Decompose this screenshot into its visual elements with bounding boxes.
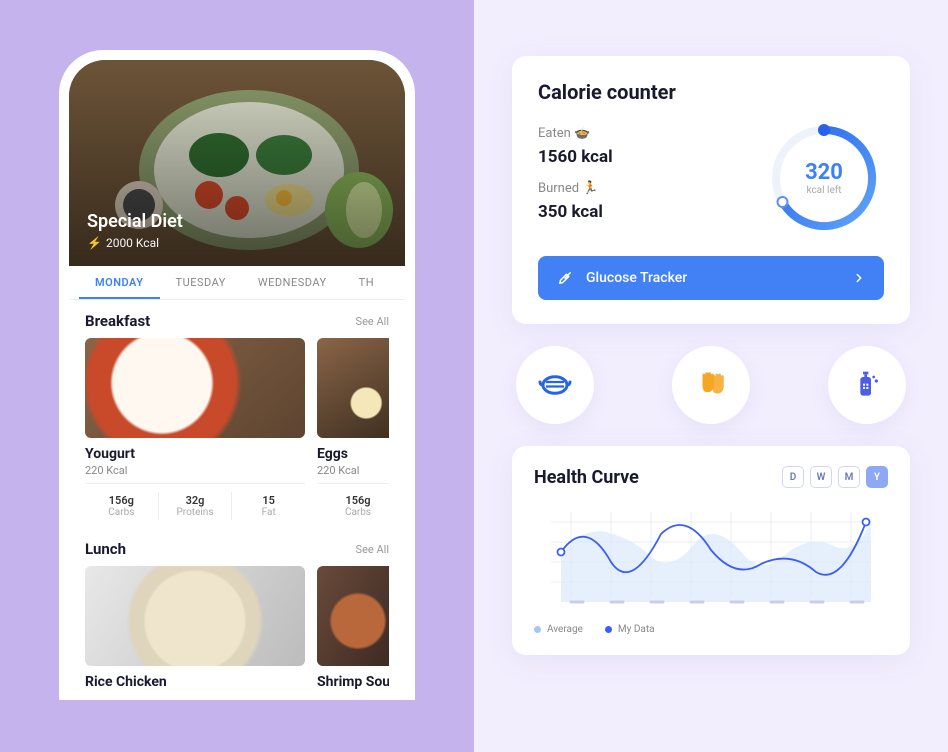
- left-panel: Special Diet ⚡ 2000 Kcal MONDAY TUESDAY …: [0, 0, 474, 752]
- meal-name: Eggs: [317, 446, 389, 462]
- timeframe-day[interactable]: D: [782, 466, 804, 488]
- macro-value: 32g: [163, 494, 228, 507]
- tab-monday[interactable]: MONDAY: [79, 266, 160, 299]
- legend-dot-icon: [534, 626, 541, 633]
- gauge-value: 320: [805, 160, 843, 185]
- meal-card-yogurt[interactable]: Yougurt 220 Kcal 156g Carbs 32g Proteins: [85, 338, 305, 520]
- tab-tuesday[interactable]: TUESDAY: [160, 266, 242, 299]
- meal-image: [85, 338, 305, 438]
- timeframe-month[interactable]: M: [838, 466, 860, 488]
- phone-screen: Special Diet ⚡ 2000 Kcal MONDAY TUESDAY …: [69, 60, 405, 700]
- right-panel: Calorie counter Eaten 🍲 1560 kcal Burned…: [474, 0, 948, 752]
- hero-banner: Special Diet ⚡ 2000 Kcal: [69, 60, 405, 266]
- meal-card-rice-chicken[interactable]: Rice Chicken: [85, 566, 305, 692]
- gloves-icon-button[interactable]: [672, 346, 750, 424]
- calorie-title: Calorie counter: [538, 80, 884, 104]
- meal-card-eggs[interactable]: Eggs 220 Kcal 156g Carbs: [317, 338, 389, 520]
- mask-icon: [537, 367, 573, 403]
- legend-average: Average: [534, 624, 583, 635]
- mask-icon-button[interactable]: [516, 346, 594, 424]
- macro-label: Carbs: [89, 507, 154, 518]
- calorie-gauge: 320 kcal left: [764, 118, 884, 238]
- macro-value: 156g: [321, 494, 389, 507]
- calorie-card: Calorie counter Eaten 🍲 1560 kcal Burned…: [512, 56, 910, 324]
- health-chart: [534, 502, 888, 612]
- glucose-tracker-button[interactable]: Glucose Tracker: [538, 256, 884, 300]
- breakfast-section: Breakfast See All Yougurt 220 Kcal 156g …: [69, 300, 405, 528]
- burned-value: 350 kcal: [538, 202, 613, 222]
- lunch-see-all[interactable]: See All: [356, 543, 389, 556]
- sanitizer-icon-button[interactable]: [828, 346, 906, 424]
- legend-dot-icon: [605, 626, 612, 633]
- macro-row: 156g Carbs 32g Proteins 15 Fat: [85, 483, 305, 520]
- breakfast-see-all[interactable]: See All: [356, 315, 389, 328]
- gauge-label: kcal left: [806, 185, 841, 196]
- meal-kcal: 220 Kcal: [85, 464, 305, 477]
- macro-value: 156g: [89, 494, 154, 507]
- tab-thursday-partial[interactable]: TH: [343, 266, 390, 299]
- tab-wednesday[interactable]: WEDNESDAY: [242, 266, 343, 299]
- health-title: Health Curve: [534, 467, 639, 488]
- dropper-icon: [556, 269, 574, 287]
- breakfast-title: Breakfast: [85, 312, 150, 330]
- eaten-value: 1560 kcal: [538, 147, 613, 167]
- meal-card-shrimp-soup[interactable]: Shrimp Soup: [317, 566, 389, 692]
- macro-label: Fat: [236, 507, 301, 518]
- meal-image: [317, 338, 389, 438]
- day-tabs: MONDAY TUESDAY WEDNESDAY TH: [69, 266, 405, 300]
- macro-value: 15: [236, 494, 301, 507]
- macro-label: Proteins: [163, 507, 228, 518]
- timeframe-buttons: D W M Y: [782, 466, 888, 488]
- chart-legend: Average My Data: [534, 624, 888, 635]
- meal-kcal: 220 Kcal: [317, 464, 389, 477]
- hero-title: Special Diet: [87, 211, 183, 232]
- hero-kcal: ⚡ 2000 Kcal: [87, 236, 183, 250]
- meal-name: Yougurt: [85, 446, 305, 462]
- chevron-right-icon: [852, 271, 866, 285]
- phone-mockup: Special Diet ⚡ 2000 Kcal MONDAY TUESDAY …: [59, 50, 415, 700]
- timeframe-year[interactable]: Y: [866, 466, 888, 488]
- macro-label: Carbs: [321, 507, 389, 518]
- meal-name: Shrimp Soup: [317, 674, 389, 690]
- legend-label: Average: [547, 624, 583, 635]
- meal-image: [317, 566, 389, 666]
- meal-image: [85, 566, 305, 666]
- gloves-icon: [694, 368, 728, 402]
- legend-label: My Data: [618, 624, 655, 635]
- lightning-icon: ⚡: [87, 236, 102, 250]
- macro-row: 156g Carbs: [317, 483, 389, 520]
- lunch-title: Lunch: [85, 540, 126, 558]
- meal-name: Rice Chicken: [85, 674, 305, 690]
- burned-label: Burned 🏃: [538, 181, 613, 196]
- glucose-label: Glucose Tracker: [586, 270, 687, 286]
- lunch-section: Lunch See All Rice Chicken Shrimp Soup: [69, 528, 405, 700]
- sanitizer-icon: [851, 369, 883, 401]
- legend-mydata: My Data: [605, 624, 655, 635]
- eaten-label: Eaten 🍲: [538, 126, 613, 141]
- category-icons: [512, 346, 910, 424]
- health-curve-card: Health Curve D W M Y: [512, 446, 910, 655]
- hero-kcal-label: 2000 Kcal: [106, 236, 159, 250]
- timeframe-week[interactable]: W: [810, 466, 832, 488]
